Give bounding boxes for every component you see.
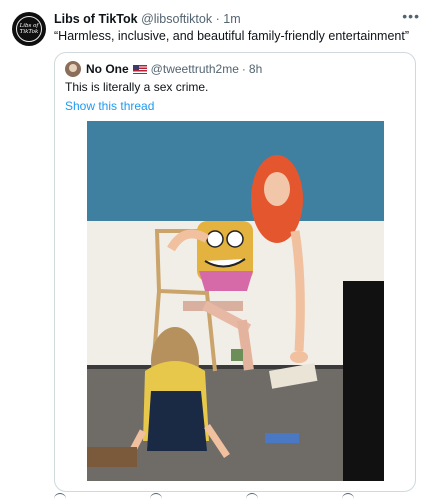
tweet-time[interactable]: 1m <box>223 12 240 26</box>
quoted-tweet-header: No One @tweettruth2me · 8h <box>65 61 262 77</box>
tweet[interactable]: Libs of TikTok Libs of TikTok @libsoftikt… <box>0 0 436 500</box>
author-name[interactable]: Libs of TikTok <box>54 12 138 26</box>
quoted-author-name[interactable]: No One <box>86 62 129 76</box>
quoted-tweet-text: This is literally a sex crime. <box>65 80 209 94</box>
author-avatar[interactable]: Libs of TikTok <box>12 12 46 46</box>
quoted-header-separator: · <box>241 62 246 76</box>
quoted-author-handle[interactable]: @tweettruth2me <box>151 62 239 76</box>
tweet-header: Libs of TikTok @libsoftiktok · 1m <box>54 12 426 26</box>
show-thread-link[interactable]: Show this thread <box>65 99 154 113</box>
more-horizontal-icon[interactable]: ••• <box>402 8 420 24</box>
quoted-tweet-time[interactable]: 8h <box>249 62 262 76</box>
tweet-text: “Harmless, inclusive, and beautiful fami… <box>54 29 410 43</box>
quoted-tweet-photo[interactable] <box>87 121 384 481</box>
quoted-tweet[interactable]: No One @tweettruth2me · 8h This is liter… <box>54 52 416 492</box>
us-flag-icon <box>132 64 147 74</box>
tweet-actions <box>54 493 416 500</box>
header-separator: · <box>215 12 220 26</box>
author-handle[interactable]: @libsoftiktok <box>141 12 212 26</box>
avatar-logo: Libs of TikTok <box>19 23 39 35</box>
quoted-author-avatar[interactable] <box>65 61 81 77</box>
photo-illustration <box>87 121 384 481</box>
